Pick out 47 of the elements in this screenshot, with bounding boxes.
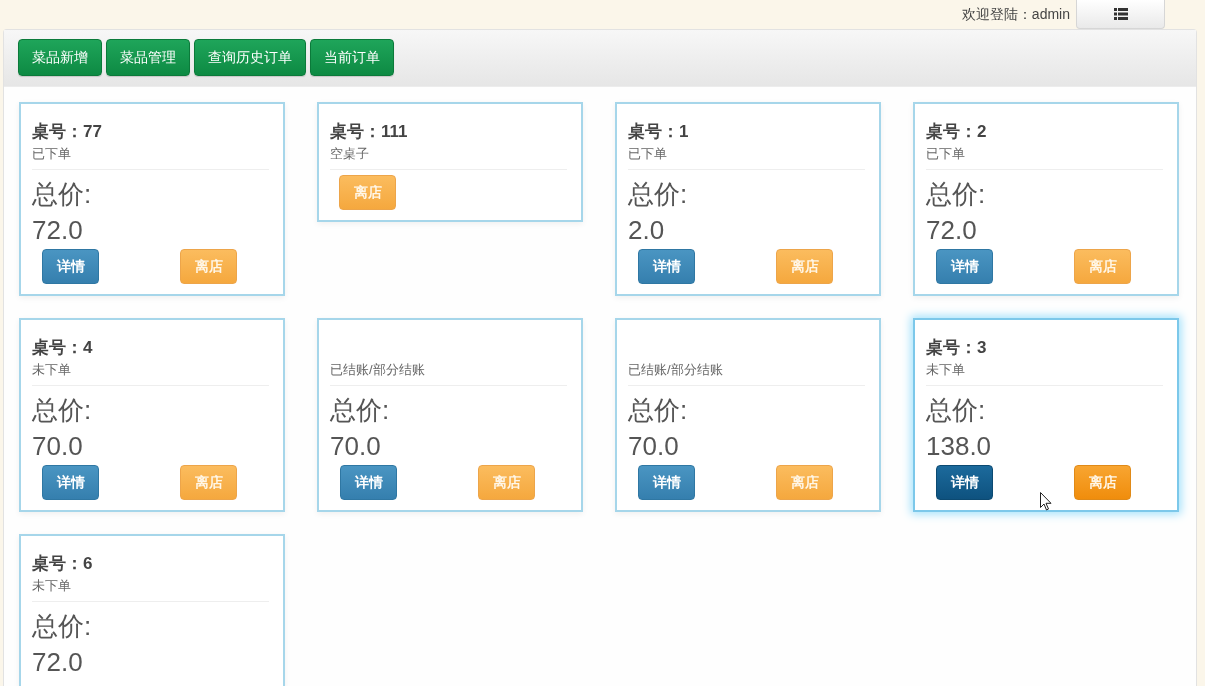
total-price: 72.0 bbox=[32, 214, 84, 247]
order-status: 未下单 bbox=[926, 361, 966, 379]
total-label: 总价: bbox=[628, 394, 689, 427]
order-status: 已下单 bbox=[628, 145, 668, 163]
nav-button[interactable]: 查询历史订单 bbox=[194, 39, 306, 76]
total-label: 总价: bbox=[628, 178, 689, 211]
table-number: 桌号：2 bbox=[926, 122, 987, 141]
welcome-text: 欢迎登陆：admin bbox=[961, 5, 1070, 23]
total-price: 2.0 bbox=[628, 214, 666, 247]
total-label: 总价: bbox=[926, 394, 987, 427]
total-price: 138.0 bbox=[926, 430, 993, 463]
order-status: 已下单 bbox=[32, 145, 72, 163]
table-number: 桌号：1 bbox=[628, 122, 689, 141]
order-status: 已结账/部分结账 bbox=[628, 361, 724, 379]
details-button[interactable]: 详情 bbox=[638, 465, 695, 500]
leave-button[interactable]: 离店 bbox=[1074, 465, 1131, 500]
order-status: 空桌子 bbox=[330, 145, 370, 163]
details-button[interactable]: 详情 bbox=[936, 465, 993, 500]
order-status: 未下单 bbox=[32, 361, 72, 379]
details-button[interactable]: 详情 bbox=[340, 465, 397, 500]
list-icon bbox=[1113, 8, 1128, 20]
nav-button[interactable]: 当前订单 bbox=[310, 39, 394, 76]
nav-button[interactable]: 菜品管理 bbox=[106, 39, 190, 76]
table-number: 桌号：4 bbox=[32, 338, 93, 357]
total-label: 总价: bbox=[32, 178, 93, 211]
total-price: 72.0 bbox=[32, 646, 84, 679]
order-status: 已下单 bbox=[926, 145, 966, 163]
details-button[interactable]: 详情 bbox=[42, 465, 99, 500]
total-price: 72.0 bbox=[926, 214, 978, 247]
menu-button[interactable] bbox=[1076, 0, 1165, 29]
order-status: 已结账/部分结账 bbox=[330, 361, 426, 379]
details-button[interactable]: 详情 bbox=[42, 249, 99, 284]
nav-button[interactable]: 菜品新增 bbox=[18, 39, 102, 76]
details-button[interactable]: 详情 bbox=[638, 249, 695, 284]
total-label: 总价: bbox=[926, 178, 987, 211]
total-label: 总价: bbox=[32, 394, 93, 427]
details-button[interactable]: 详情 bbox=[936, 249, 993, 284]
total-label: 总价: bbox=[330, 394, 391, 427]
order-status: 未下单 bbox=[32, 577, 72, 595]
total-price: 70.0 bbox=[330, 430, 382, 463]
table-number: 桌号：77 bbox=[32, 122, 102, 141]
table-number: 桌号：111 bbox=[330, 122, 408, 141]
total-price: 70.0 bbox=[32, 430, 84, 463]
total-label: 总价: bbox=[32, 610, 93, 643]
table-number: 桌号：3 bbox=[926, 338, 987, 357]
total-price: 70.0 bbox=[628, 430, 680, 463]
table-number: 桌号：6 bbox=[32, 554, 93, 573]
